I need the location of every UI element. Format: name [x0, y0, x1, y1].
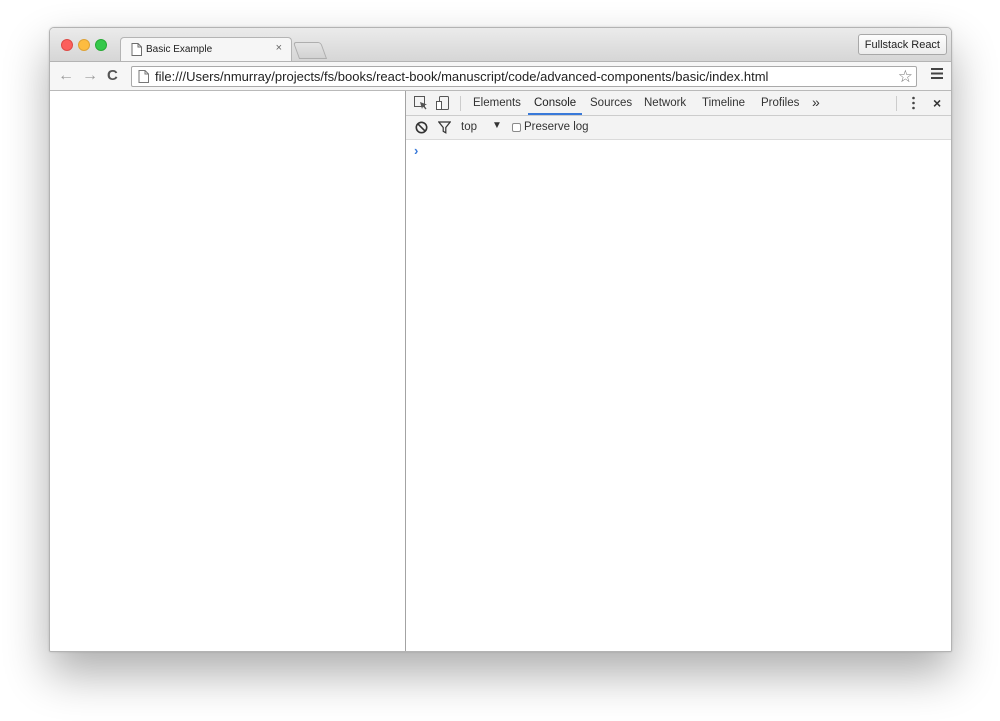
tab-console[interactable]: Console — [528, 91, 583, 115]
address-bar[interactable]: file:///Users/nmurray/projects/fs/books/… — [131, 66, 917, 87]
zoom-window-button[interactable] — [95, 39, 107, 51]
browser-window: Basic Example × Fullstack React ← → C fi… — [49, 27, 952, 652]
toolbar-divider — [896, 96, 897, 111]
address-url[interactable]: file:///Users/nmurray/projects/fs/books/… — [155, 69, 768, 84]
kebab-menu-icon[interactable] — [912, 96, 915, 110]
hamburger-menu-icon[interactable] — [931, 68, 943, 79]
more-tabs-icon[interactable]: » — [812, 91, 820, 113]
browser-tab-basic-example[interactable]: Basic Example × — [120, 37, 292, 61]
close-window-button[interactable] — [61, 39, 73, 51]
preserve-log-checkbox[interactable] — [512, 123, 521, 132]
clear-console-icon[interactable] — [415, 121, 428, 134]
tab-profiles[interactable]: Profiles — [761, 91, 799, 115]
preserve-log-label[interactable]: Preserve log — [524, 121, 589, 133]
context-selector[interactable]: top — [461, 121, 477, 133]
close-devtools-icon[interactable]: × — [933, 92, 941, 114]
devtools-panel: Elements Console Sources Network Timelin… — [405, 91, 951, 651]
page-icon — [131, 43, 142, 56]
back-button[interactable]: ← — [58, 67, 74, 85]
reload-button[interactable]: C — [107, 67, 118, 85]
profile-button[interactable]: Fullstack React — [857, 34, 947, 55]
tab-strip: Basic Example × Fullstack React — [50, 28, 951, 61]
page-content — [50, 91, 405, 651]
chevron-down-icon[interactable]: ▼ — [492, 120, 502, 131]
tab-elements[interactable]: Elements — [473, 91, 521, 115]
browser-toolbar: ← → C file:///Users/nmurray/projects/fs/… — [50, 61, 951, 91]
devtools-tab-bar: Elements Console Sources Network Timelin… — [406, 91, 951, 116]
filter-icon[interactable] — [438, 121, 451, 134]
bookmark-star-icon[interactable]: ☆ — [898, 68, 913, 86]
device-toolbar-icon[interactable] — [436, 96, 450, 110]
inspect-element-icon[interactable] — [414, 96, 428, 110]
tab-title: Basic Example — [146, 44, 213, 55]
console-prompt-icon[interactable]: › — [414, 143, 418, 158]
tab-timeline[interactable]: Timeline — [702, 91, 745, 115]
tab-network[interactable]: Network — [644, 91, 686, 115]
tab-sources[interactable]: Sources — [590, 91, 632, 115]
new-tab-button[interactable] — [292, 42, 328, 59]
console-toolbar: top ▼ Preserve log — [406, 116, 951, 140]
forward-button[interactable]: → — [82, 67, 98, 85]
minimize-window-button[interactable] — [78, 39, 90, 51]
toolbar-divider — [460, 96, 461, 111]
close-tab-icon[interactable]: × — [276, 42, 282, 54]
page-icon — [138, 70, 149, 83]
